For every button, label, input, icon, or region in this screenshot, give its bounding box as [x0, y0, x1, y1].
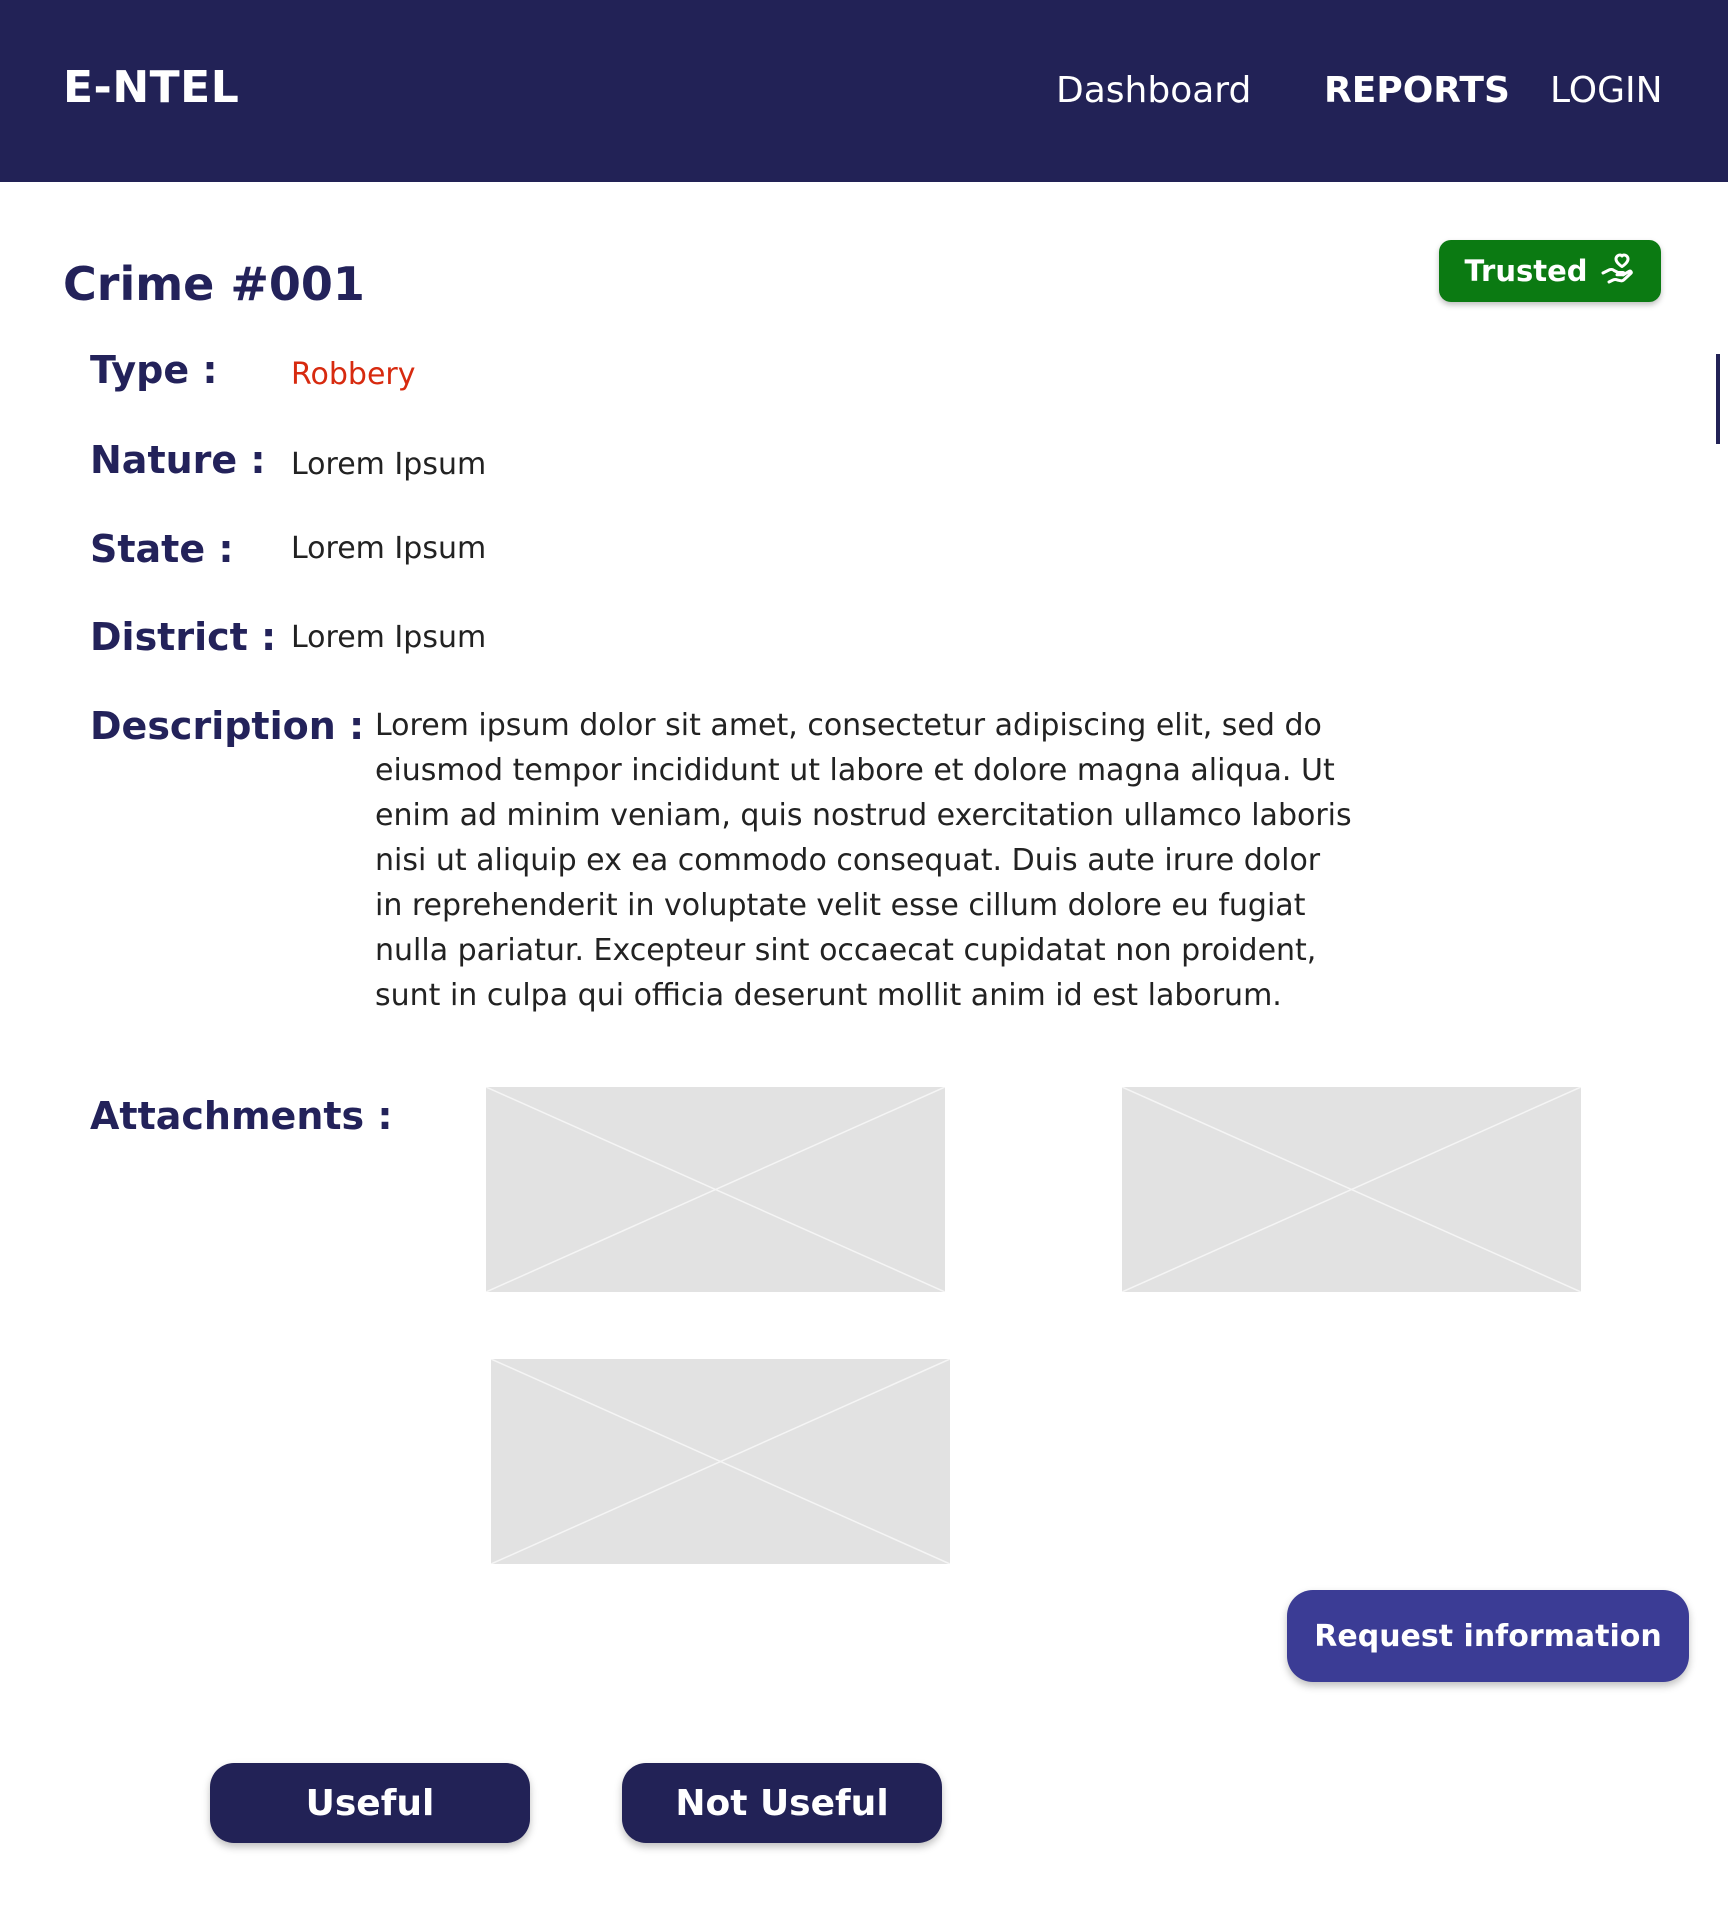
not-useful-button[interactable]: Not Useful: [622, 1763, 942, 1843]
nav-login-link[interactable]: LOGIN: [1550, 70, 1663, 111]
request-information-button[interactable]: Request information: [1287, 1590, 1689, 1682]
page-title: Crime #001: [63, 257, 365, 311]
attachment-thumbnail[interactable]: [491, 1359, 950, 1564]
attachment-thumbnail[interactable]: [1122, 1087, 1581, 1292]
trusted-badge[interactable]: Trusted: [1439, 240, 1661, 302]
image-placeholder-icon: [1122, 1087, 1581, 1292]
nav-reports-link[interactable]: REPORTS: [1324, 70, 1510, 111]
attachment-thumbnail[interactable]: [486, 1087, 945, 1292]
state-value: Lorem Ipsum: [291, 531, 487, 566]
top-navbar: E-NTEL Dashboard REPORTS LOGIN: [0, 0, 1728, 182]
district-value: Lorem Ipsum: [291, 620, 487, 655]
district-label: District :: [90, 615, 277, 659]
useful-button[interactable]: Useful: [210, 1763, 530, 1843]
scrollbar-thumb[interactable]: [1716, 354, 1720, 444]
nature-value: Lorem Ipsum: [291, 447, 487, 482]
state-label: State :: [90, 527, 234, 571]
nav-dashboard-link[interactable]: Dashboard: [1056, 70, 1251, 111]
app-logo[interactable]: E-NTEL: [63, 62, 239, 113]
type-value: Robbery: [291, 357, 416, 392]
attachments-label: Attachments :: [90, 1094, 393, 1138]
nature-label: Nature :: [90, 438, 266, 482]
description-text: Lorem ipsum dolor sit amet, consectetur …: [375, 708, 1352, 1013]
image-placeholder-icon: [486, 1087, 945, 1292]
trusted-badge-label: Trusted: [1464, 254, 1588, 288]
description-label: Description :: [90, 704, 365, 748]
image-placeholder-icon: [491, 1359, 950, 1564]
type-label: Type :: [90, 348, 218, 392]
hand-heart-icon: [1600, 251, 1636, 291]
